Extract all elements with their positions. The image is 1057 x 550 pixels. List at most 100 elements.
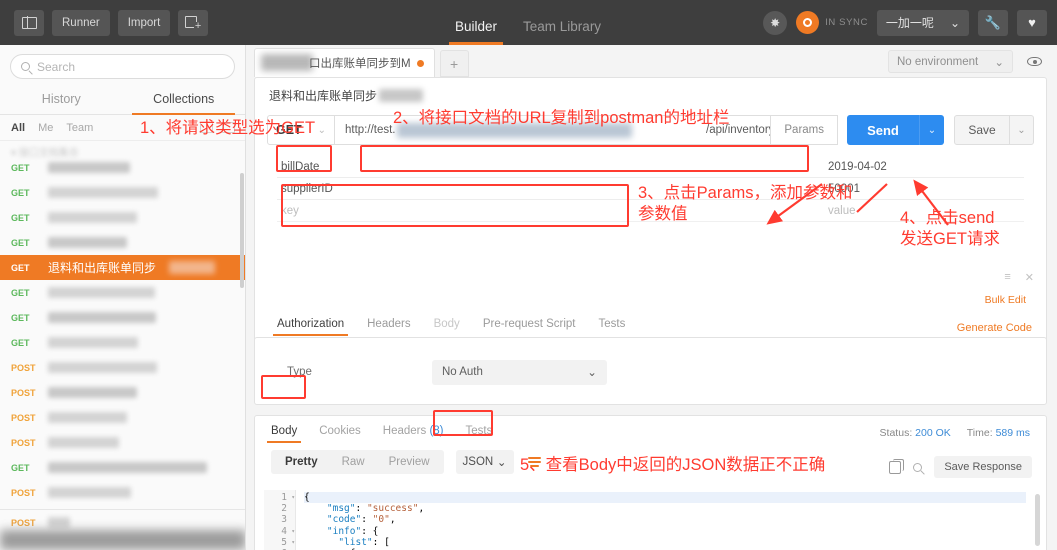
- view-mode-pretty[interactable]: Pretty: [273, 451, 330, 473]
- response-body-code[interactable]: 12345678 { "msg": "success", "code": "0"…: [264, 490, 1026, 550]
- sidebar-footer-blur: [0, 530, 245, 550]
- collection-item[interactable]: POST: [0, 355, 245, 380]
- user-name: 一加一呢: [885, 16, 934, 30]
- param-value-placeholder[interactable]: value: [824, 205, 1024, 217]
- user-menu[interactable]: 一加一呢 ⌄: [876, 9, 969, 36]
- request-tab-body[interactable]: Body: [434, 318, 460, 336]
- sidebar-tab-history[interactable]: History: [0, 85, 123, 114]
- auth-type-select[interactable]: No Auth ⌄: [431, 359, 607, 385]
- response-format-value: JSON: [462, 456, 494, 468]
- request-method-badge: POST: [11, 517, 36, 528]
- save-options-button[interactable]: ⌄: [1010, 115, 1034, 145]
- collection-item[interactable]: GET: [0, 180, 245, 205]
- code-line: "code": "0",: [326, 514, 396, 526]
- sidebar-tabs: History Collections: [0, 85, 245, 115]
- close-icon[interactable]: ✕: [1025, 271, 1034, 284]
- sidebar-tab-collections[interactable]: Collections: [123, 85, 246, 115]
- favorites-button[interactable]: ♥: [1017, 9, 1047, 36]
- settings-button[interactable]: 🔧: [978, 9, 1008, 36]
- bulk-edit-link[interactable]: Bulk Edit: [985, 294, 1026, 306]
- params-toggle-button[interactable]: Params: [771, 115, 838, 145]
- response-tab-tests[interactable]: Tests: [466, 425, 493, 443]
- view-mode-preview[interactable]: Preview: [377, 451, 442, 473]
- response-tab-label: Cookies: [319, 425, 361, 437]
- collection-item[interactable]: GET: [0, 455, 245, 480]
- sidebar-toggle-button[interactable]: [14, 9, 44, 36]
- param-value[interactable]: 2019-04-02: [824, 161, 1024, 173]
- collection-item[interactable]: GET: [0, 205, 245, 230]
- filter-me[interactable]: Me: [38, 122, 53, 134]
- response-scrollbar[interactable]: [1035, 494, 1040, 546]
- param-row[interactable]: billDate 2019-04-02: [277, 156, 1024, 178]
- collection-item-label-blur: [48, 212, 137, 223]
- response-actions: Save Response: [889, 456, 1032, 478]
- collection-item[interactable]: GET: [0, 330, 245, 355]
- collection-item[interactable]: POST: [0, 405, 245, 430]
- line-number[interactable]: 5: [264, 537, 295, 548]
- collection-item[interactable]: POST: [0, 480, 245, 505]
- request-tab[interactable]: 口出库账单同步到M: [254, 48, 435, 77]
- send-button[interactable]: Send: [847, 115, 919, 145]
- filter-all[interactable]: All: [11, 122, 25, 134]
- response-tab-cookies[interactable]: Cookies: [319, 425, 361, 443]
- collection-group-header: ▾ 接口文档集合: [11, 148, 79, 159]
- environment-select[interactable]: No environment ⌄: [888, 50, 1013, 73]
- runner-button[interactable]: Runner: [52, 9, 110, 36]
- request-tab-headers[interactable]: Headers: [367, 318, 410, 336]
- search-container: Search: [0, 45, 245, 85]
- collection-item-label-blur: [48, 337, 138, 348]
- reorder-icon[interactable]: ≡: [1004, 271, 1010, 284]
- code-line: "list": [: [338, 536, 390, 548]
- param-key[interactable]: supplierID: [277, 183, 824, 195]
- collection-item[interactable]: POST: [0, 430, 245, 455]
- view-mode-raw[interactable]: Raw: [330, 451, 377, 473]
- new-collection-icon[interactable]: [200, 122, 213, 133]
- response-format-select[interactable]: JSON ⌄: [455, 450, 514, 474]
- line-number[interactable]: 4: [264, 526, 295, 537]
- search-input[interactable]: Search: [10, 54, 235, 79]
- header-main-tabs: Builder Team Library: [448, 0, 601, 45]
- search-icon[interactable]: [913, 462, 923, 472]
- sidebar-scrollbar[interactable]: [240, 173, 244, 288]
- request-tab-pre-request-script[interactable]: Pre-request Script: [483, 318, 576, 336]
- response-tab-headers[interactable]: Headers (8): [383, 425, 444, 443]
- line-number[interactable]: 1: [264, 492, 295, 503]
- satellite-icon[interactable]: ✸: [763, 10, 788, 35]
- collection-item-label-blur: [48, 412, 127, 423]
- params-table: billDate 2019-04-02 supplierID 50001 key valu…: [277, 156, 1024, 222]
- copy-icon[interactable]: [889, 458, 904, 474]
- add-request-tab-button[interactable]: +: [439, 50, 469, 77]
- word-wrap-icon[interactable]: [523, 450, 547, 474]
- save-button[interactable]: Save: [954, 115, 1010, 145]
- send-options-button[interactable]: ⌄: [919, 115, 944, 145]
- request-title: 退料和出库账单同步: [269, 88, 378, 103]
- url-input[interactable]: http://test.xxxxxxxxxxxxxxxxxxxxxxxxxxxx…: [335, 115, 772, 145]
- import-button[interactable]: Import: [117, 9, 171, 36]
- generate-code-link[interactable]: Generate Code: [957, 322, 1032, 334]
- request-tab-tests[interactable]: Tests: [599, 318, 626, 336]
- list-view-icon[interactable]: [222, 122, 235, 133]
- collection-list[interactable]: ▾ 接口文档集合 GET GET GET GET GET 退料和出库账单同步 GET GET G…: [0, 141, 245, 550]
- param-row[interactable]: supplierID 50001: [277, 178, 1024, 200]
- http-method-select[interactable]: GET ⌄: [267, 115, 335, 145]
- collection-item[interactable]: GET: [0, 280, 245, 305]
- save-response-button[interactable]: Save Response: [934, 456, 1032, 478]
- request-card: 退料和出库账单同步 GET ⌄ http://test.xxxxxxxxxxxx…: [254, 77, 1047, 344]
- response-tab-body[interactable]: Body: [266, 425, 302, 443]
- collection-item-selected[interactable]: GET 退料和出库账单同步: [0, 255, 245, 280]
- environment-quick-look-button[interactable]: [1021, 50, 1047, 73]
- tab-builder[interactable]: Builder: [448, 19, 504, 45]
- collection-item[interactable]: GET: [0, 305, 245, 330]
- param-key[interactable]: billDate: [277, 161, 824, 173]
- param-value[interactable]: 50001: [824, 183, 1024, 195]
- response-tab-label: Body: [271, 425, 298, 437]
- request-tab-authorization[interactable]: Authorization: [272, 318, 349, 336]
- param-key-placeholder[interactable]: key: [277, 205, 824, 217]
- collection-item[interactable]: POST: [0, 380, 245, 405]
- collection-item[interactable]: GET: [0, 230, 245, 255]
- param-row-empty[interactable]: key value: [277, 200, 1024, 222]
- new-tab-button[interactable]: +: [178, 9, 209, 36]
- line-number-gutter: 12345678: [264, 490, 296, 550]
- tab-team-library[interactable]: Team Library: [523, 19, 601, 45]
- filter-team[interactable]: Team: [66, 122, 93, 134]
